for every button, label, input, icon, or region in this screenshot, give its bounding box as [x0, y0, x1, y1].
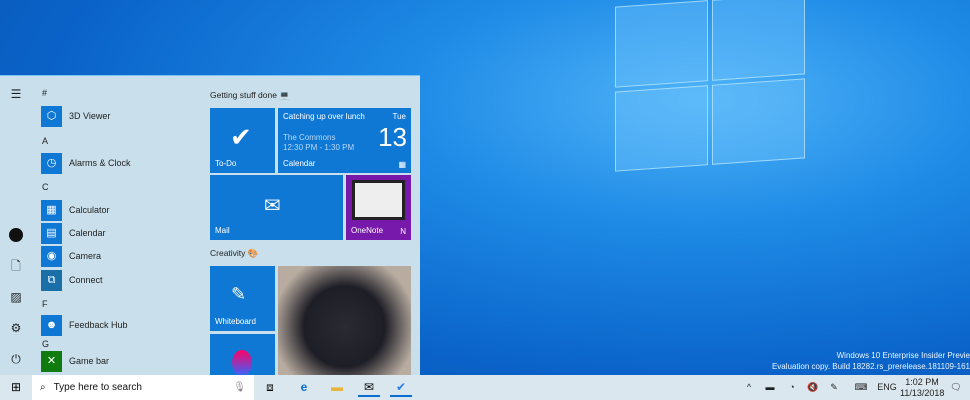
- app-calculator[interactable]: ▦ Calculator: [41, 199, 110, 221]
- app-alarms-clock[interactable]: ◷ Alarms & Clock: [41, 152, 131, 174]
- tile-todo[interactable]: ✔ To-Do: [210, 108, 275, 173]
- volume-muted-icon[interactable]: 🔇: [805, 375, 821, 400]
- tile-paint3d[interactable]: [210, 334, 275, 375]
- pen-icon[interactable]: ✎: [826, 375, 842, 400]
- microphone-icon[interactable]: 🎙: [233, 382, 246, 393]
- connect-icon: ⧉: [41, 269, 62, 291]
- calendar-icon: ▦: [398, 160, 406, 169]
- calculator-icon: ▦: [41, 199, 62, 221]
- language-indicator[interactable]: ENG: [876, 375, 898, 400]
- group-title[interactable]: Getting stuff done 💻: [210, 90, 290, 101]
- letter-header[interactable]: G: [42, 339, 49, 349]
- tile-mail[interactable]: ✉ Mail: [210, 175, 343, 240]
- app-game-bar[interactable]: ✕ Game bar: [41, 350, 109, 372]
- tile-whiteboard[interactable]: ✎ Whiteboard: [210, 266, 275, 331]
- tile-onenote[interactable]: OneNote N: [346, 175, 411, 240]
- onenote-preview-image: [352, 180, 405, 220]
- action-center-icon[interactable]: 🗨: [948, 375, 964, 400]
- checkmark-icon: ✔: [230, 122, 252, 152]
- envelope-icon: ✉: [264, 195, 281, 217]
- search-icon: ⌕: [40, 382, 46, 393]
- clock-icon: ◷: [41, 152, 62, 174]
- letter-header[interactable]: F: [42, 299, 48, 309]
- windows-start-icon[interactable]: ⊞: [5, 378, 27, 397]
- todo-icon[interactable]: ✔: [390, 378, 412, 397]
- mail-icon[interactable]: ✉: [358, 378, 380, 397]
- app-camera[interactable]: ◉ Camera: [41, 245, 101, 267]
- camera-icon: ◉: [41, 245, 62, 267]
- battery-icon[interactable]: ▬: [762, 375, 778, 400]
- file-explorer-icon[interactable]: ▬: [326, 378, 348, 397]
- wifi-icon[interactable]: ◔: [784, 375, 800, 400]
- letter-header[interactable]: A: [42, 136, 48, 146]
- tile-photos-cat[interactable]: [278, 266, 411, 375]
- power-icon[interactable]: ⏻: [9, 352, 23, 366]
- start-rail: ☰ 🗋 ▨ ⚙ ⏻: [0, 76, 32, 375]
- clock[interactable]: 1:02 PM 11/13/2018: [900, 375, 944, 400]
- calendar-icon: ▤: [41, 222, 62, 244]
- start-menu: ☰ 🗋 ▨ ⚙ ⏻ # ⬡ 3D Viewer A ◷ Alarms & Clock…: [0, 75, 420, 375]
- search-box[interactable]: ⌕ Type here to search 🎙: [32, 375, 254, 400]
- letter-header[interactable]: #: [42, 88, 47, 98]
- hamburger-icon[interactable]: ☰: [9, 87, 23, 101]
- user-avatar[interactable]: [9, 228, 23, 242]
- xbox-icon: ✕: [41, 350, 62, 372]
- chevron-up-icon[interactable]: ^: [742, 375, 756, 400]
- paint3d-icon: [232, 350, 252, 375]
- app-feedback-hub[interactable]: ☻ Feedback Hub: [41, 314, 128, 336]
- app-calendar[interactable]: ▤ Calendar: [41, 222, 106, 244]
- windows-logo-wallpaper: [615, 0, 805, 172]
- documents-icon[interactable]: 🗋: [9, 259, 23, 273]
- task-view-icon[interactable]: ⧈: [259, 378, 281, 397]
- whiteboard-icon: ✎: [231, 284, 247, 304]
- letter-header[interactable]: C: [42, 182, 49, 192]
- watermark-line2: Evaluation copy. Build 18282.rs_prerelea…: [771, 362, 970, 371]
- pictures-icon[interactable]: ▨: [9, 290, 23, 304]
- tile-calendar[interactable]: Catching up over lunch The Commons 12:30…: [278, 108, 411, 173]
- group-title[interactable]: Creativity 🎨: [210, 248, 258, 259]
- feedback-icon: ☻: [41, 314, 62, 336]
- app-connect[interactable]: ⧉ Connect: [41, 269, 103, 291]
- app-3d-viewer[interactable]: ⬡ 3D Viewer: [41, 105, 110, 127]
- keyboard-icon[interactable]: ⌨: [852, 375, 870, 400]
- taskbar: ⊞ ⌕ Type here to search 🎙 ⧈ e ▬ ✉ ✔ ^ ▬ …: [0, 375, 970, 400]
- watermark-line1: Windows 10 Enterprise Insider Previe: [836, 351, 970, 360]
- edge-icon[interactable]: e: [293, 378, 315, 397]
- cube-icon: ⬡: [41, 105, 62, 127]
- settings-icon[interactable]: ⚙: [9, 321, 23, 335]
- onenote-icon: N: [400, 227, 406, 236]
